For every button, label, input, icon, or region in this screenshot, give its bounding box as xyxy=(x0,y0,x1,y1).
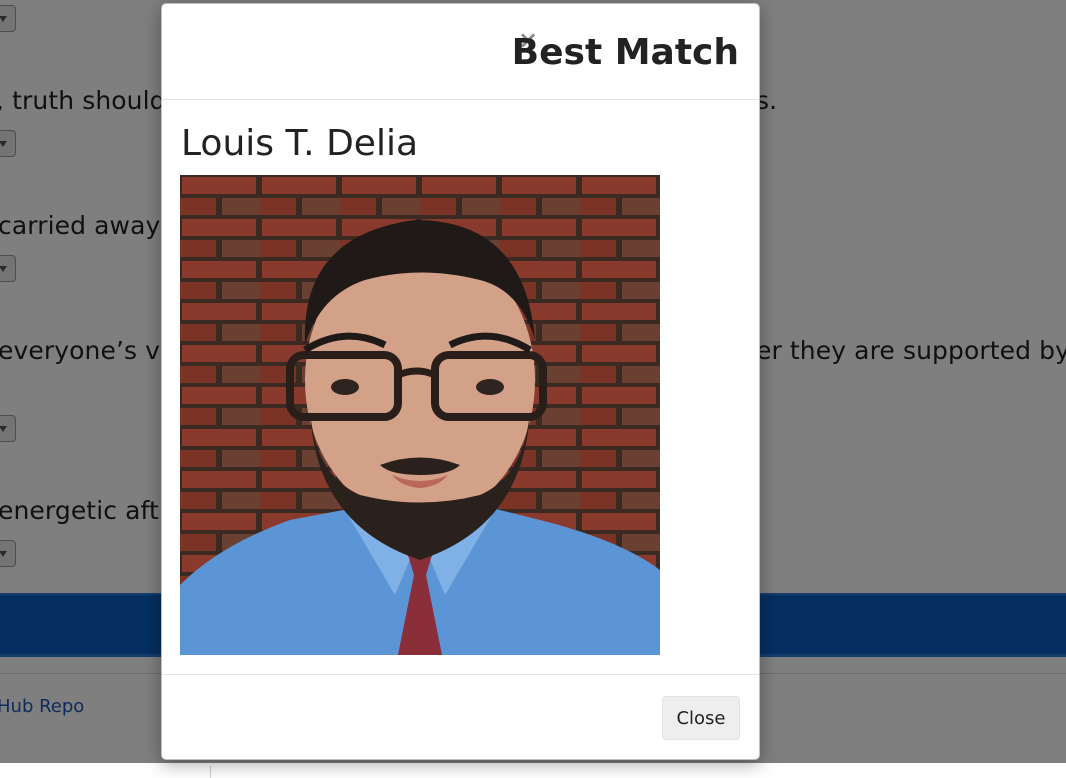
bottom-strip xyxy=(0,763,1066,778)
close-button[interactable]: Close xyxy=(662,696,740,740)
profile-photo xyxy=(180,175,660,655)
modal-header: × Best Match xyxy=(162,4,759,100)
match-name: Louis T. Delia xyxy=(181,123,419,164)
modal-title: Best Match xyxy=(511,32,739,73)
best-match-modal: × Best Match Louis T. Delia Close xyxy=(161,3,760,760)
modal-footer: Close xyxy=(162,674,759,759)
bottom-divider xyxy=(210,766,211,778)
